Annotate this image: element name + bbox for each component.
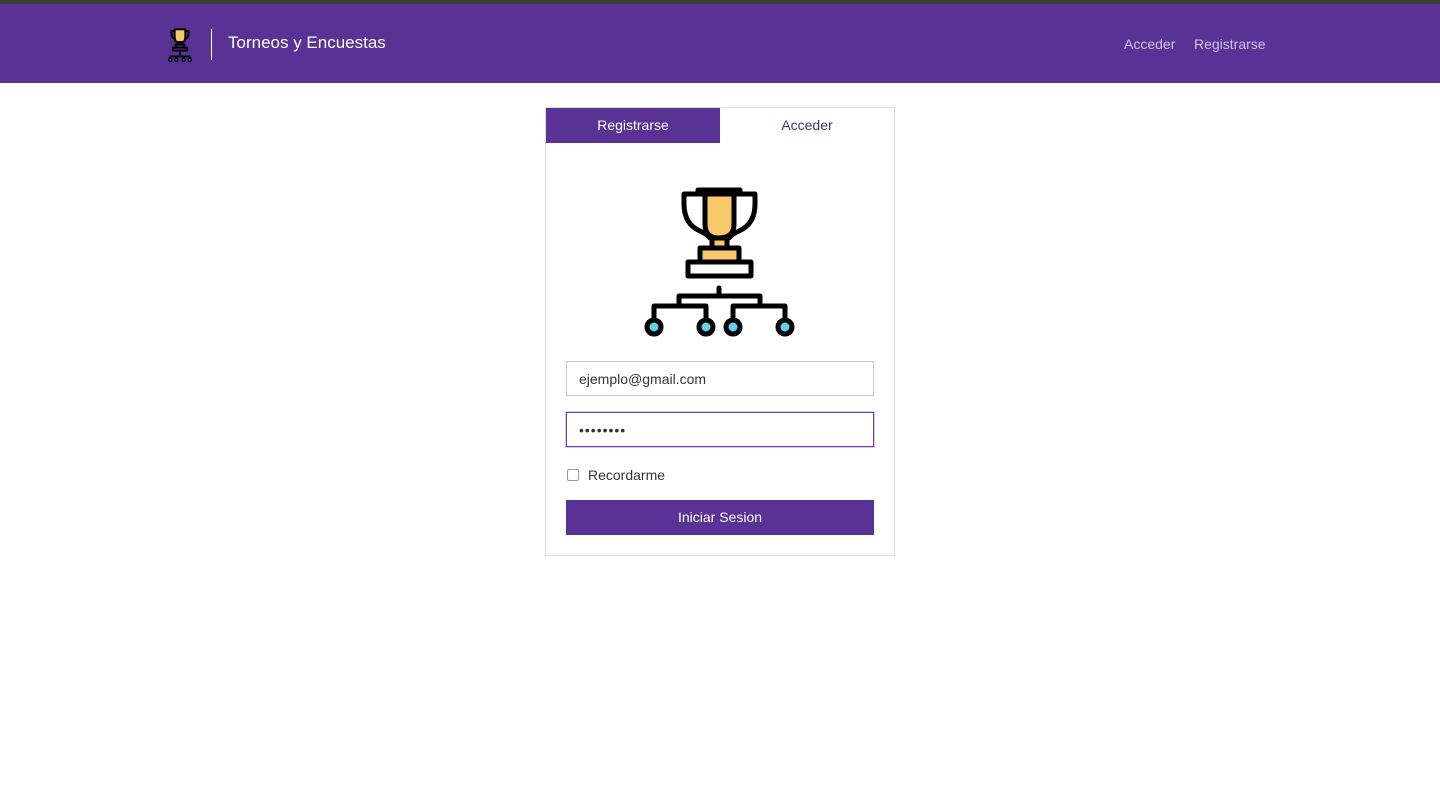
nav-link-acceder[interactable]: Acceder	[1124, 35, 1175, 53]
nav-link-registrarse[interactable]: Registrarse	[1194, 35, 1266, 53]
trophy-bracket-icon	[644, 187, 795, 337]
remember-checkbox[interactable]	[567, 469, 579, 481]
brand-title[interactable]: Torneos y Encuestas	[228, 32, 386, 54]
login-button[interactable]: Iniciar Sesion	[566, 500, 874, 535]
tab-registrarse[interactable]: Registrarse	[546, 108, 720, 143]
brand-divider	[211, 29, 212, 60]
remember-me[interactable]: Recordarme	[567, 467, 665, 483]
password-field[interactable]	[566, 412, 874, 447]
trophy-bracket-icon[interactable]	[163, 28, 197, 62]
remember-label: Recordarme	[588, 467, 666, 483]
email-field[interactable]	[566, 361, 874, 396]
tab-acceder[interactable]: Acceder	[720, 108, 894, 143]
login-card: Registrarse Acceder Recordarme Inicia	[545, 107, 895, 556]
navbar: Torneos y Encuestas Acceder Registrarse	[0, 4, 1440, 83]
